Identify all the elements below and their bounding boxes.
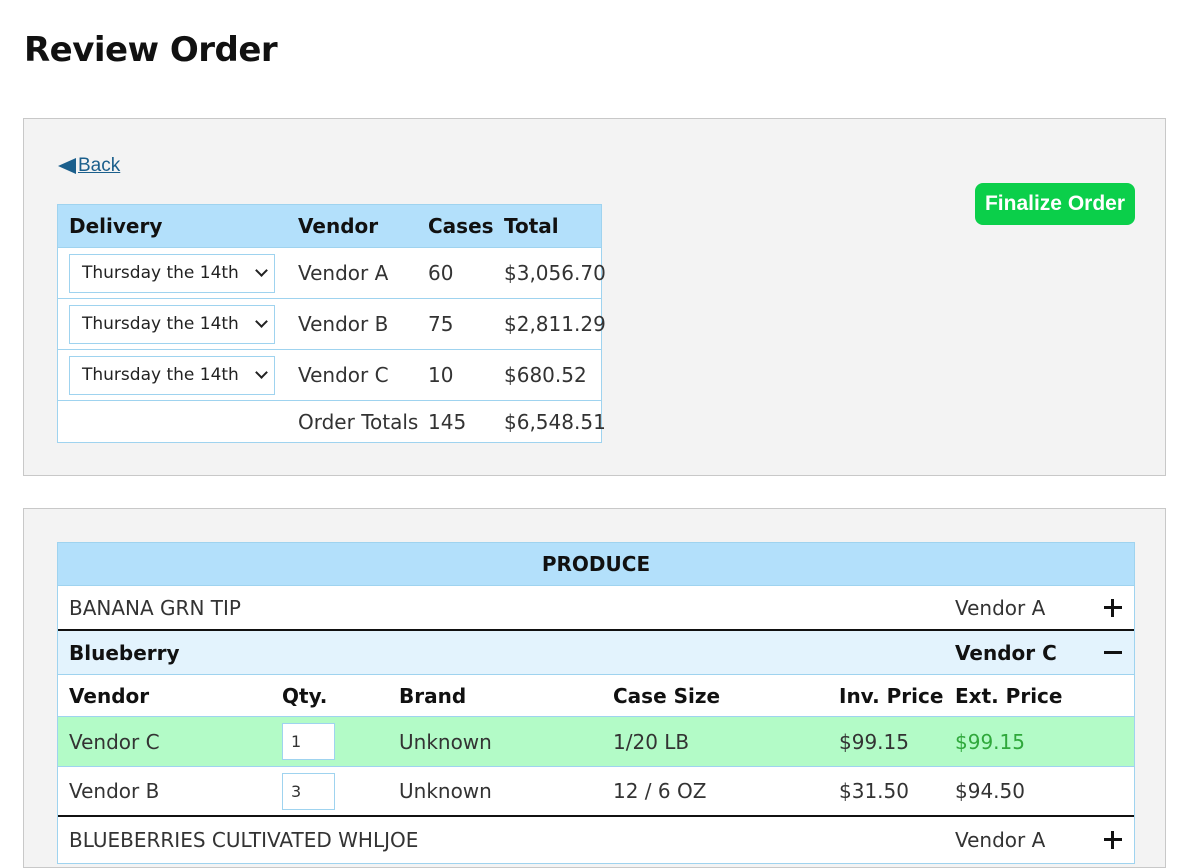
option-vendor: Vendor B: [69, 779, 160, 803]
product-row-expanded[interactable]: Blueberry Vendor C: [58, 631, 1134, 675]
product-name: BLUEBERRIES CULTIVATED WHLJOE: [69, 828, 419, 852]
delivery-summary-table: Delivery Vendor Cases Total Thursday the…: [57, 204, 606, 443]
order-totals-amount: $6,548.51: [504, 409, 606, 434]
product-vendor: Vendor C: [955, 640, 1057, 665]
expand-plus-icon[interactable]: [1102, 829, 1124, 851]
option-brand: Unknown: [399, 729, 492, 754]
vendor-cell: Vendor B: [298, 312, 389, 336]
option-inv-price: $31.50: [839, 779, 909, 803]
product-row[interactable]: BLUEBERRIES CULTIVATED WHLJOE Vendor A: [58, 817, 1134, 863]
category-header: PRODUCE: [58, 543, 1134, 585]
chevron-down-icon: [255, 315, 268, 328]
order-totals-label: Order Totals: [298, 409, 419, 434]
option-ext-price: $94.50: [955, 779, 1025, 803]
delivery-date-value: Thursday the 14th: [82, 263, 239, 283]
qty-input[interactable]: [282, 772, 335, 810]
detail-col-brand: Brand: [399, 683, 467, 708]
option-case-size: 12 / 6 OZ: [613, 779, 707, 803]
vendor-option-row[interactable]: Vendor B Unknown 12 / 6 OZ $31.50 $94.50: [58, 767, 1134, 817]
product-name: Blueberry: [69, 640, 180, 665]
cases-cell: 10: [428, 363, 454, 387]
option-qty-wrap: [282, 723, 335, 760]
detail-col-case-size: Case Size: [613, 683, 721, 708]
delivery-date-select[interactable]: Thursday the 14th: [69, 304, 275, 344]
cases-cell: 60: [428, 261, 454, 285]
total-cell: $680.52: [504, 363, 587, 387]
collapse-minus-icon[interactable]: [1102, 642, 1124, 664]
product-name: BANANA GRN TIP: [69, 595, 241, 620]
option-ext-price: $99.15: [955, 729, 1025, 754]
detail-col-inv-price: Inv. Price: [839, 683, 944, 708]
option-qty-wrap: [282, 772, 335, 810]
col-header-vendor: Vendor: [298, 214, 379, 238]
delivery-date-select[interactable]: Thursday the 14th: [69, 355, 275, 395]
option-case-size: 1/20 LB: [613, 729, 690, 754]
vendor-option-row-selected[interactable]: Vendor C Unknown 1/20 LB $99.15 $99.15: [58, 717, 1134, 767]
detail-col-ext-price: Ext. Price: [955, 683, 1063, 708]
delivery-date-select[interactable]: Thursday the 14th: [69, 253, 275, 293]
total-cell: $3,056.70: [504, 261, 606, 285]
product-row[interactable]: BANANA GRN TIP Vendor A: [58, 585, 1134, 631]
delivery-date-value: Thursday the 14th: [82, 365, 239, 385]
page-title: Review Order: [24, 30, 278, 70]
back-arrow-icon: [58, 158, 76, 174]
summary-totals-row: Order Totals 145 $6,548.51: [58, 400, 606, 442]
summary-header-row: Delivery Vendor Cases Total: [58, 205, 601, 247]
col-header-total: Total: [504, 214, 559, 238]
back-link[interactable]: Back: [58, 155, 120, 177]
products-table: PRODUCE BANANA GRN TIP Vendor A Blueberr…: [57, 542, 1135, 864]
summary-row: Thursday the 14th Vendor B 75 $2,811.29: [58, 298, 606, 349]
product-vendor: Vendor A: [955, 828, 1046, 852]
vendor-cell: Vendor A: [298, 261, 389, 285]
summary-row: Thursday the 14th Vendor A 60 $3,056.70: [58, 247, 606, 298]
product-vendor: Vendor A: [955, 595, 1046, 620]
delivery-cell: Thursday the 14th: [58, 253, 298, 293]
detail-col-vendor: Vendor: [69, 683, 150, 708]
col-header-delivery: Delivery: [69, 214, 163, 238]
detail-col-qty: Qty.: [282, 683, 328, 708]
total-cell: $2,811.29: [504, 312, 606, 336]
qty-input[interactable]: [282, 723, 335, 760]
option-inv-price: $99.15: [839, 729, 909, 754]
back-link-label: Back: [78, 155, 121, 176]
delivery-date-value: Thursday the 14th: [82, 314, 239, 334]
expand-plus-icon[interactable]: [1102, 597, 1124, 619]
detail-header-row: Vendor Qty. Brand Case Size Inv. Price E…: [58, 675, 1134, 717]
option-brand: Unknown: [399, 779, 492, 803]
delivery-cell: Thursday the 14th: [58, 304, 298, 344]
vendor-cell: Vendor C: [298, 363, 389, 387]
finalize-order-button[interactable]: Finalize Order: [975, 183, 1135, 225]
delivery-cell: Thursday the 14th: [58, 355, 298, 395]
summary-row: Thursday the 14th Vendor C 10 $680.52: [58, 349, 601, 400]
col-header-cases: Cases: [428, 214, 494, 238]
order-totals-cases: 145: [428, 409, 467, 434]
option-vendor: Vendor C: [69, 729, 160, 754]
chevron-down-icon: [255, 366, 268, 379]
cases-cell: 75: [428, 312, 454, 336]
chevron-down-icon: [255, 264, 268, 277]
